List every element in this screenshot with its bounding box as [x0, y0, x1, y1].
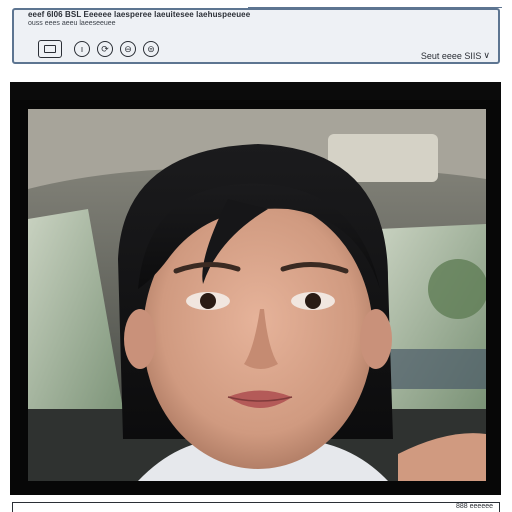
info-icon: ı: [80, 43, 84, 54]
info-button[interactable]: ı: [74, 41, 90, 57]
portrait-image[interactable]: [28, 109, 486, 481]
title-divider: [248, 7, 502, 8]
rotate-button[interactable]: ⟳: [97, 41, 113, 57]
record-button[interactable]: ⊖: [120, 41, 136, 57]
frame-button[interactable]: [38, 40, 62, 58]
frame-icon: [44, 45, 56, 53]
viewer-window: eeef 6I06 BSL Eeeeee laesperee laeuitese…: [0, 0, 512, 512]
toolbar-title: eeef 6I06 BSL Eeeeee laesperee laeuitese…: [28, 10, 251, 19]
sort-dropdown[interactable]: Seut eeee SIIS ∨: [421, 50, 490, 61]
toolbar-panel: eeef 6I06 BSL Eeeeee laesperee laeuitese…: [12, 8, 500, 64]
portrait-illustration: [28, 109, 486, 481]
toolbar-subtitle: ouss eees aeeu laeeseeuee: [28, 20, 116, 27]
image-frame-header: [10, 82, 501, 100]
chevron-down-icon: ∨: [483, 50, 490, 60]
settings-button[interactable]: ⊜: [143, 41, 159, 57]
settings-icon: ⊜: [147, 43, 155, 54]
status-text: 888 eeeeee: [456, 503, 493, 510]
record-icon: ⊖: [124, 43, 132, 54]
status-bar: 888 eeeeee: [12, 502, 500, 512]
sort-label: Seut eeee SIIS: [420, 50, 482, 61]
image-frame: [10, 82, 501, 495]
rotate-icon: ⟳: [101, 43, 109, 54]
